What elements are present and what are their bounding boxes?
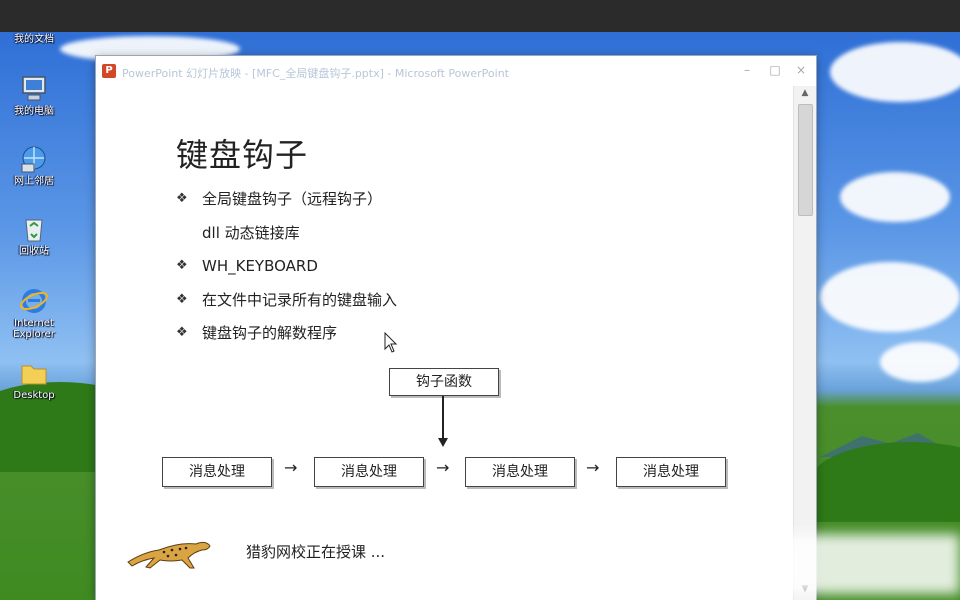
message-process-box: 消息处理 (162, 457, 272, 487)
icon-label: 我的文档 (14, 34, 54, 45)
close-button[interactable]: × (792, 62, 810, 78)
icon-label: 回收站 (19, 246, 49, 257)
desktop-icon-recycle-bin[interactable]: 回收站 (0, 214, 74, 257)
message-process-box: 消息处理 (314, 457, 424, 487)
footer-status-text: 猎豹网校正在授课 ... (246, 543, 386, 561)
right-arrow-icon: → (586, 458, 600, 477)
window-title: PowerPoint 幻灯片放映 - [MFC_全局键盘钩子.pptx] - M… (122, 67, 509, 80)
blur-overlay (680, 534, 960, 594)
cloud (830, 42, 960, 102)
title-bar[interactable]: P PowerPoint 幻灯片放映 - [MFC_全局键盘钩子.pptx] -… (96, 56, 816, 87)
icon-label: 网上邻居 (14, 176, 54, 187)
desktop-icon-internet-explorer[interactable]: Internet Explorer (0, 286, 74, 340)
bullet-item: ❖ 键盘钩子的解数程序 (176, 316, 397, 350)
bullet-text: 在文件中记录所有的键盘输入 (202, 290, 398, 309)
bullet-item: ❖ WH_KEYBOARD (176, 249, 397, 283)
bullet-text: 键盘钩子的解数程序 (202, 324, 338, 343)
folder-icon (19, 358, 49, 388)
slide[interactable]: 键盘钩子 ❖ 全局键盘钩子（远程钩子） dll 动态链接库 ❖ WH_KEYBOAR… (96, 86, 794, 600)
bullet-item: ❖ 全局键盘钩子（远程钩子） (176, 182, 397, 216)
minimize-button[interactable]: – (738, 62, 756, 78)
right-arrow-icon: → (284, 458, 298, 477)
maximize-button[interactable]: □ (766, 62, 784, 78)
network-icon (19, 144, 49, 174)
right-arrow-icon: → (436, 458, 450, 477)
top-black-bar (0, 0, 960, 32)
down-arrow-line (442, 396, 444, 440)
hook-function-box: 钩子函数 (389, 368, 499, 396)
bullet-list: ❖ 全局键盘钩子（远程钩子） dll 动态链接库 ❖ WH_KEYBOARD ❖ 在文… (176, 182, 397, 350)
desktop-icon-my-documents[interactable]: 我的文档 (0, 34, 74, 45)
cloud (840, 172, 950, 222)
bullet-item: dll 动态链接库 (176, 216, 397, 250)
powerpoint-window: P PowerPoint 幻灯片放映 - [MFC_全局键盘钩子.pptx] -… (96, 56, 816, 600)
diamond-bullet-icon: ❖ (176, 291, 188, 307)
scroll-up-arrow-icon[interactable]: ▲ (797, 88, 813, 102)
icon-label: Internet Explorer (13, 318, 55, 340)
bullet-text: 全局键盘钩子（远程钩子） (202, 190, 383, 209)
desktop-icon-folder[interactable]: Desktop (0, 358, 74, 401)
mouse-pointer-icon (384, 331, 398, 358)
slide-title: 键盘钩子 (176, 136, 309, 174)
bullet-item: ❖ 在文件中记录所有的键盘输入 (176, 283, 397, 317)
diamond-bullet-icon: ❖ (176, 258, 188, 274)
recycle-bin-icon (19, 214, 49, 244)
computer-icon (19, 74, 49, 104)
diamond-bullet-icon: ❖ (176, 325, 188, 341)
internet-explorer-icon (19, 286, 49, 316)
bullet-text: dll 动态链接库 (202, 223, 300, 242)
desktop-icon-my-computer[interactable]: 我的电脑 (0, 74, 74, 117)
cloud (820, 262, 960, 332)
message-process-box: 消息处理 (465, 457, 575, 487)
vertical-scrollbar[interactable]: ▲ ▼ (793, 86, 816, 600)
desktop-icon-network[interactable]: 网上邻居 (0, 144, 74, 187)
diamond-bullet-icon: ❖ (176, 191, 188, 207)
bullet-text: WH_KEYBOARD (202, 256, 318, 275)
message-process-box: 消息处理 (616, 457, 726, 487)
cloud (880, 342, 960, 382)
icon-label: Desktop (13, 390, 55, 401)
scroll-thumb[interactable] (798, 104, 813, 216)
down-arrow-head-icon (438, 438, 448, 447)
icon-label: 我的电脑 (14, 106, 54, 117)
cheetah-logo-icon (124, 522, 214, 576)
powerpoint-icon[interactable]: P (102, 64, 116, 78)
